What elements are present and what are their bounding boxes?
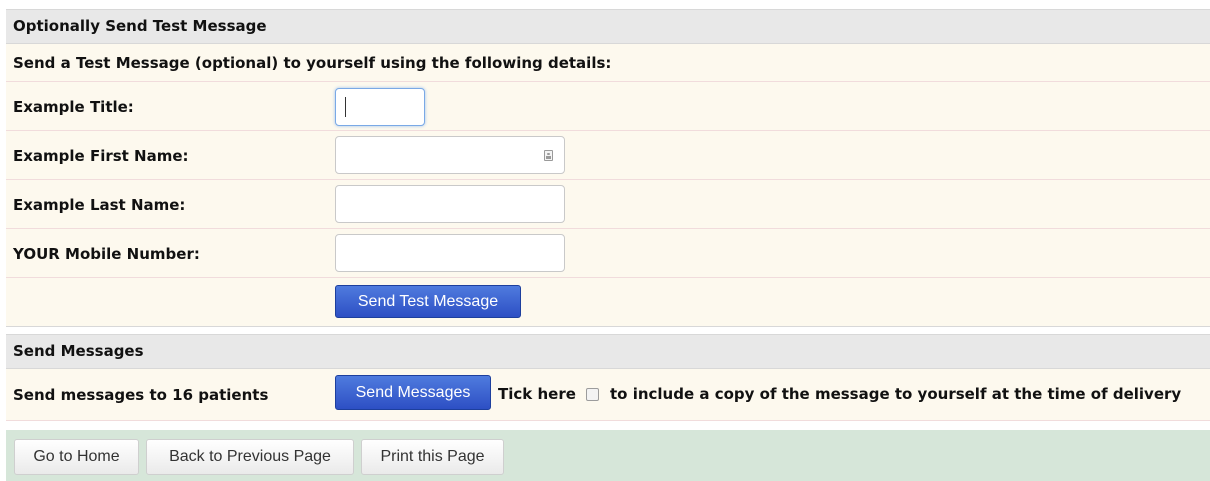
first-name-input[interactable]	[335, 136, 565, 174]
last-name-label: Example Last Name:	[13, 196, 186, 214]
first-name-row: Example First Name:	[6, 131, 1210, 180]
test-instructions: Send a Test Message (optional) to yourse…	[13, 54, 612, 72]
send-messages-button[interactable]: Send Messages	[335, 375, 491, 410]
tick-here-label: Tick here	[498, 385, 576, 403]
mobile-row: YOUR Mobile Number:	[6, 229, 1210, 278]
send-test-message-button[interactable]: Send Test Message	[335, 285, 521, 318]
title-label: Example Title:	[13, 98, 134, 116]
send-test-row: Send Test Message	[6, 278, 1210, 327]
test-section-heading: Optionally Send Test Message	[6, 9, 1210, 44]
go-to-home-button[interactable]: Go to Home	[14, 439, 139, 475]
send-messages-row: Send messages to 16 patients Send Messag…	[6, 369, 1210, 421]
test-instructions-row: Send a Test Message (optional) to yourse…	[6, 44, 1210, 82]
last-name-row: Example Last Name:	[6, 180, 1210, 229]
title-row: Example Title:	[6, 82, 1210, 131]
print-this-page-button[interactable]: Print this Page	[361, 439, 504, 475]
first-name-label: Example First Name:	[13, 147, 189, 165]
text-caret	[345, 97, 346, 117]
send-messages-label: Send messages to 16 patients	[13, 386, 269, 404]
send-section-heading: Send Messages	[6, 334, 1210, 369]
mobile-number-input[interactable]	[335, 234, 565, 272]
footer-bar: Go to Home Back to Previous Page Print t…	[6, 430, 1210, 481]
back-to-previous-page-button[interactable]: Back to Previous Page	[146, 439, 354, 475]
contact-card-icon[interactable]	[544, 150, 553, 161]
top-strip	[0, 0, 1210, 9]
copy-description: to include a copy of the message to your…	[610, 385, 1182, 403]
last-name-input[interactable]	[335, 185, 565, 223]
copy-to-self-checkbox[interactable]	[586, 388, 599, 401]
title-input[interactable]	[335, 88, 425, 126]
mobile-label: YOUR Mobile Number:	[13, 245, 200, 263]
